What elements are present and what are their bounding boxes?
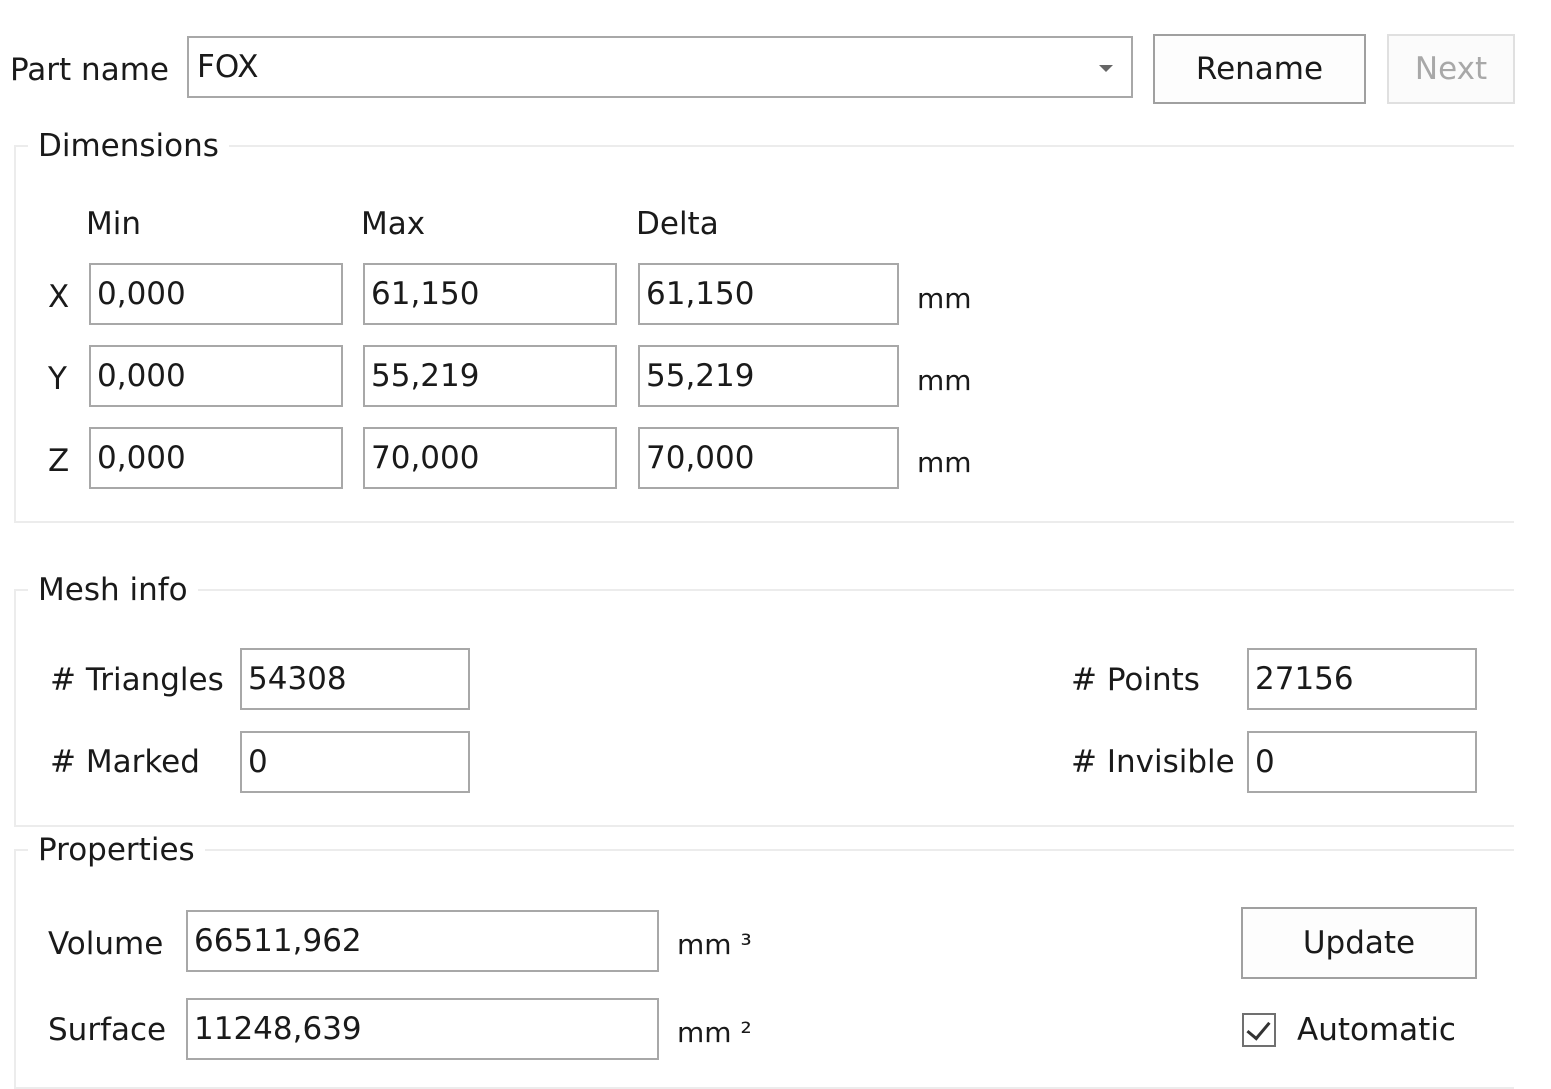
surface-field[interactable]: 11248,639 [186, 998, 659, 1060]
triangles-field[interactable]: 54308 [240, 648, 470, 710]
z-unit-label: mm [917, 446, 972, 479]
part-name-value: FOX [197, 49, 259, 85]
y-delta-field[interactable]: 55,219 [638, 345, 899, 407]
mesh-info-title: Mesh info [28, 570, 198, 610]
triangles-label: # Triangles [50, 662, 224, 698]
y-max-field[interactable]: 55,219 [363, 345, 617, 407]
part-name-combobox[interactable]: FOX [187, 36, 1133, 98]
automatic-label[interactable]: Automatic [1297, 1010, 1456, 1050]
points-field[interactable]: 27156 [1247, 648, 1477, 710]
axis-z-label: Z [48, 443, 70, 479]
surface-unit-label: mm ² [677, 1016, 752, 1049]
x-delta-field[interactable]: 61,150 [638, 263, 899, 325]
max-header: Max [361, 206, 426, 242]
next-button[interactable]: Next [1387, 34, 1515, 104]
axis-x-label: X [48, 279, 70, 315]
checkmark-icon [1246, 1015, 1271, 1041]
x-min-field[interactable]: 0,000 [89, 263, 343, 325]
volume-unit-label: mm ³ [677, 928, 752, 961]
rename-button[interactable]: Rename [1153, 34, 1366, 104]
marked-label: # Marked [50, 744, 200, 780]
x-unit-label: mm [917, 282, 972, 315]
volume-label: Volume [48, 926, 164, 962]
points-label: # Points [1071, 662, 1200, 698]
chevron-down-icon[interactable] [1099, 65, 1113, 72]
z-max-field[interactable]: 70,000 [363, 427, 617, 489]
axis-y-label: Y [48, 361, 67, 397]
min-header: Min [86, 206, 142, 242]
marked-field[interactable]: 0 [240, 731, 470, 793]
x-max-field[interactable]: 61,150 [363, 263, 617, 325]
part-name-label: Part name [10, 52, 169, 88]
volume-field[interactable]: 66511,962 [186, 910, 659, 972]
y-min-field[interactable]: 0,000 [89, 345, 343, 407]
invisible-label: # Invisible [1071, 744, 1235, 780]
delta-header: Delta [636, 206, 719, 242]
y-unit-label: mm [917, 364, 972, 397]
update-button[interactable]: Update [1241, 907, 1477, 979]
surface-label: Surface [48, 1012, 167, 1048]
z-delta-field[interactable]: 70,000 [638, 427, 899, 489]
z-min-field[interactable]: 0,000 [89, 427, 343, 489]
automatic-checkbox[interactable] [1242, 1013, 1276, 1047]
invisible-field[interactable]: 0 [1247, 731, 1477, 793]
properties-title: Properties [28, 830, 205, 870]
dimensions-title: Dimensions [28, 126, 229, 166]
